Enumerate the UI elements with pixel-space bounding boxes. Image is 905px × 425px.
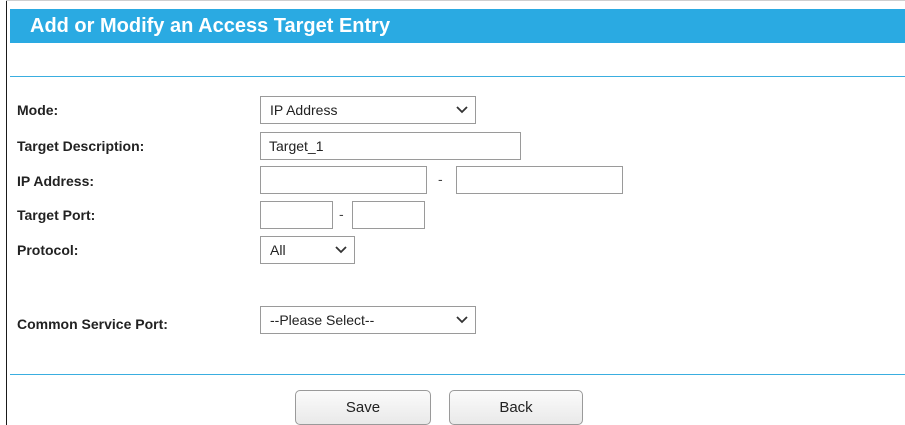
protocol-select[interactable]: All [260, 236, 355, 264]
target-port-start-input[interactable] [260, 201, 333, 229]
ip-address-end-input[interactable] [456, 166, 623, 194]
common-service-port-select[interactable]: --Please Select-- [260, 306, 476, 334]
save-button[interactable]: Save [295, 390, 431, 425]
frame-border-top [6, 0, 905, 1]
ip-range-separator: - [438, 171, 443, 187]
chevron-down-icon [456, 106, 468, 114]
frame-border-left [6, 0, 7, 425]
chevron-down-icon [335, 246, 347, 254]
target-description-input[interactable] [260, 132, 521, 160]
chevron-down-icon [456, 316, 468, 324]
divider-top [10, 76, 905, 77]
target-description-label: Target Description: [17, 138, 145, 154]
divider-bottom [10, 374, 905, 375]
back-button[interactable]: Back [449, 390, 583, 425]
target-port-label: Target Port: [17, 207, 96, 223]
common-service-port-label: Common Service Port: [17, 316, 168, 332]
mode-select-value: IP Address [270, 102, 338, 118]
mode-label: Mode: [17, 102, 59, 118]
page-header: Add or Modify an Access Target Entry [10, 9, 905, 43]
ip-address-start-input[interactable] [260, 166, 427, 194]
port-range-separator: - [339, 206, 344, 222]
mode-select[interactable]: IP Address [260, 96, 476, 124]
target-port-end-input[interactable] [352, 201, 425, 229]
page-title: Add or Modify an Access Target Entry [30, 15, 391, 37]
protocol-label: Protocol: [17, 242, 79, 258]
protocol-select-value: All [270, 242, 286, 258]
page-frame: Add or Modify an Access Target Entry Mod… [0, 0, 905, 425]
ip-address-label: IP Address: [17, 173, 95, 189]
common-service-port-select-value: --Please Select-- [270, 312, 375, 328]
